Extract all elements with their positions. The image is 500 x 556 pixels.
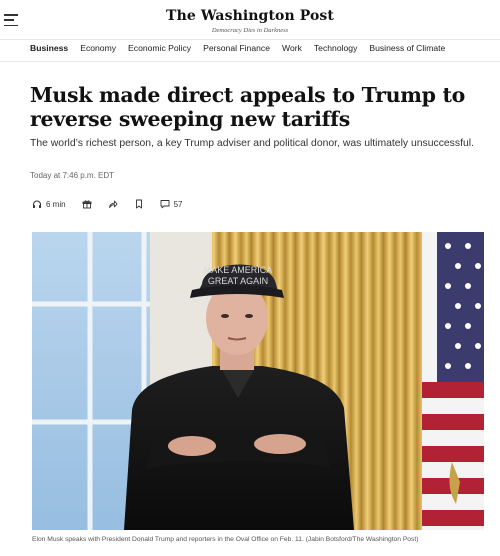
share-button[interactable] [108, 199, 118, 209]
gift-button[interactable] [82, 199, 92, 209]
comment-count: 57 [173, 199, 183, 209]
gift-icon [82, 200, 92, 209]
bookmark-icon [135, 199, 142, 209]
nav-item-personal-finance[interactable]: Personal Finance [203, 43, 270, 57]
site-tagline: Democracy Dies in Darkness [211, 27, 289, 34]
american-flag [422, 232, 484, 530]
photo-caption: Elon Musk speaks with President Donald T… [32, 536, 419, 543]
nav-divider [0, 61, 500, 62]
article-actions: 6 min 57 [32, 197, 182, 211]
hat-text-line1: MAKE AMERICA [204, 265, 273, 275]
save-button[interactable] [134, 199, 144, 209]
share-icon [108, 200, 118, 208]
article-photo[interactable]: MAKE AMERICA GREAT AGAIN [32, 232, 484, 530]
listen-duration: 6 min [46, 199, 66, 209]
nav-item-business[interactable]: Business [30, 43, 68, 57]
hat-text-line2: GREAT AGAIN [208, 276, 268, 286]
photo-illustration: MAKE AMERICA GREAT AGAIN [32, 232, 484, 530]
nav-item-work[interactable]: Work [282, 43, 302, 57]
headphones-icon [33, 200, 41, 208]
listen-button[interactable]: 6 min [32, 199, 66, 209]
comment-icon [160, 200, 170, 209]
article-timestamp: Today at 7:46 p.m. EDT [30, 171, 115, 180]
masthead: The Washington Post Democracy Dies in Da… [0, 0, 500, 40]
site-logo[interactable]: The Washington Post [0, 8, 500, 24]
nav-item-economy[interactable]: Economy [80, 43, 116, 57]
article-dek: The world’s richest person, a key Trump … [30, 138, 474, 149]
nav-item-technology[interactable]: Technology [314, 43, 357, 57]
nav-item-business-of-climate[interactable]: Business of Climate [369, 43, 445, 57]
section-nav: Business Economy Economic Policy Persona… [30, 43, 445, 57]
nav-item-economic-policy[interactable]: Economic Policy [128, 43, 191, 57]
article-headline: Musk made direct appeals to Trump to rev… [30, 83, 466, 131]
comments-button[interactable]: 57 [160, 199, 183, 209]
